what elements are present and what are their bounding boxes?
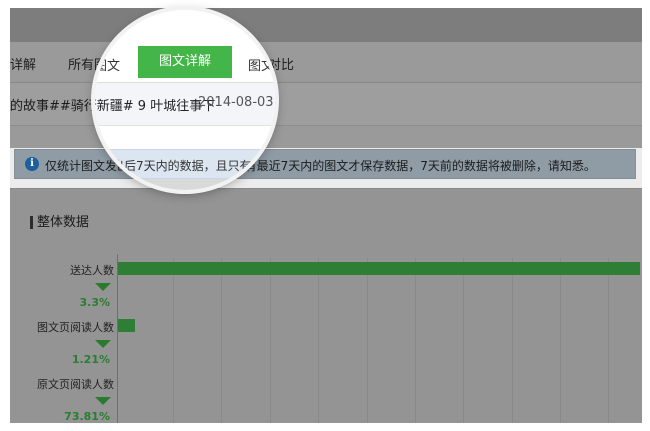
magnifier-lens: 所有图文 图文详解 图文对比 的故事##骑行新疆# 9 叶城往事下 2014-0… [95, 10, 275, 190]
arrow-down-icon [95, 283, 111, 291]
category-label: 送达人数 [70, 264, 114, 277]
lens-tab-article-detail[interactable]: 图文详解 [138, 46, 233, 78]
y-axis-line [117, 254, 118, 423]
grid-line [173, 258, 174, 423]
category-label: 原文页阅读人数 [37, 378, 114, 391]
grid-line [415, 258, 416, 423]
grid-line [512, 258, 513, 423]
arrow-down-icon [95, 397, 111, 405]
conversion-rate-label: 73.81% [64, 410, 110, 423]
grid-line [221, 258, 222, 423]
grid-line [560, 258, 561, 423]
conversion-rate-label: 3.3% [79, 296, 110, 309]
lens-notice-text: 仅统计图文发出后7天内的数据，且只有最近7天内的图文才保存数据，7天前的数据将被… [95, 159, 275, 173]
grid-line [367, 258, 368, 423]
tab-detail[interactable]: 详解 [10, 54, 36, 73]
lens-tab-compare[interactable]: 图文对比 [248, 55, 275, 74]
data-bar[interactable] [118, 262, 640, 275]
grid-line [463, 258, 464, 423]
grid-line [318, 258, 319, 423]
conversion-rate-label: 1.21% [71, 353, 110, 366]
arrow-down-icon [95, 340, 111, 348]
lens-article-date: 2014-08-03 [198, 95, 274, 110]
grid-line [608, 258, 609, 423]
lens-panel-edge [95, 179, 275, 190]
grid-line [270, 258, 271, 423]
info-icon: i [25, 157, 39, 171]
lens-tab-all-articles[interactable]: 所有图文 [95, 55, 120, 74]
section-title: 整体数据 [30, 216, 89, 229]
lens-band [95, 126, 275, 148]
data-bar[interactable] [118, 319, 135, 332]
category-label: 图文页阅读人数 [37, 321, 114, 334]
